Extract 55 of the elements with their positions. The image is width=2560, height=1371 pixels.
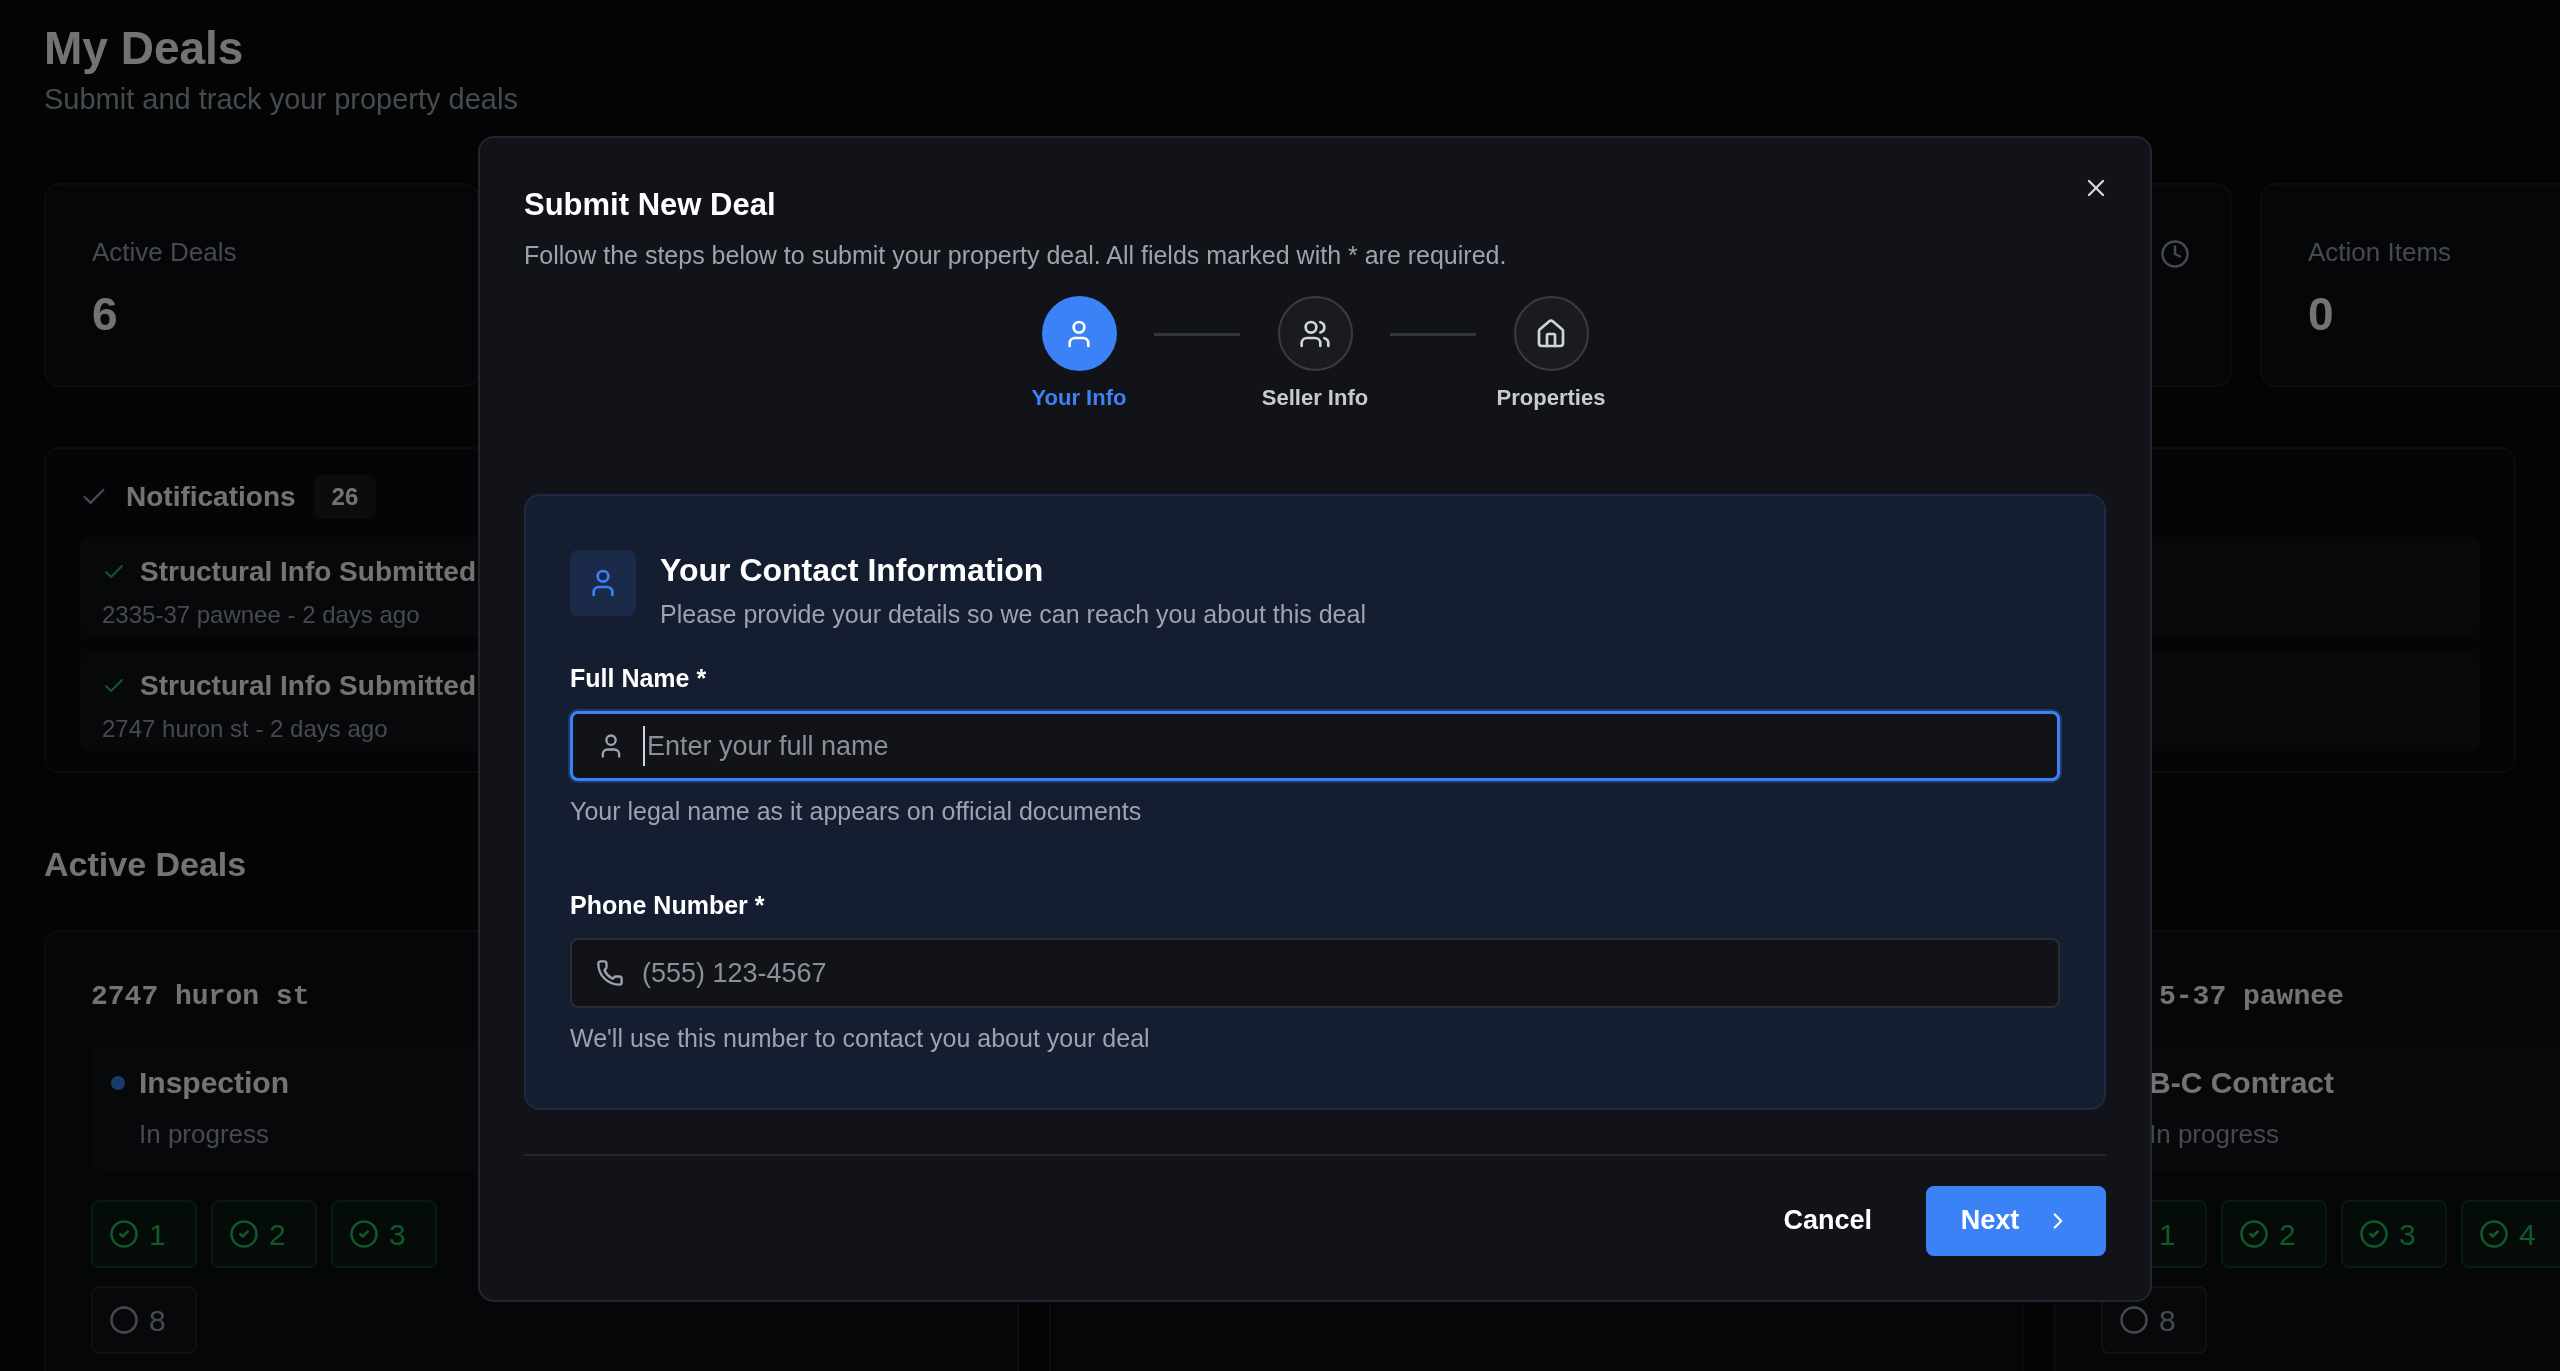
circle-icon: [2119, 1305, 2149, 1335]
notifications-title: Notifications: [126, 480, 296, 514]
deal-address: 2747 huron st: [91, 980, 310, 1014]
field-hint: We'll use this number to contact you about your deal: [570, 1023, 1150, 1054]
stat-value: 6: [92, 287, 118, 342]
step-chip[interactable]: 1: [91, 1200, 197, 1268]
stat-label: Active Deals: [92, 236, 237, 269]
check-circle-icon: [229, 1219, 259, 1249]
notification-meta: 2335-37 pawnee - 2 days ago: [102, 600, 420, 630]
cancel-button[interactable]: Cancel: [1763, 1185, 1892, 1256]
section-title: Active Deals: [44, 844, 247, 885]
check-circle-icon: [2239, 1219, 2269, 1249]
stage-status: In progress: [139, 1118, 270, 1151]
notification-title: Structural Info Submitted: [140, 669, 476, 703]
stage-name: Inspection: [139, 1065, 289, 1101]
clock-icon: [2160, 239, 2190, 269]
field-hint: Your legal name as it appears on official documents: [570, 796, 1142, 827]
section-description: Please provide your details so we can reach you about this deal: [660, 599, 1366, 630]
notification-title: Structural Info Submitted: [140, 555, 476, 589]
stage-name: B-C Contract: [2149, 1065, 2334, 1101]
circle-icon: [109, 1305, 139, 1335]
stepper-step[interactable]: Your Info: [1004, 296, 1154, 414]
house-icon: [1535, 317, 1567, 350]
check-circle-icon: [109, 1219, 139, 1249]
text-field[interactable]: Enter your full name: [570, 711, 2060, 781]
check-circle-icon: [2479, 1219, 2509, 1249]
field-label: Phone Number *: [570, 889, 765, 921]
check-circle-icon: [2359, 1219, 2389, 1249]
check-circle-icon: [349, 1219, 379, 1249]
deal-address: 5-37 pawnee: [2159, 980, 2344, 1014]
stepper-step[interactable]: Seller Info: [1240, 296, 1390, 414]
step-chip[interactable]: 3: [2341, 1200, 2447, 1268]
step-chip[interactable]: 3: [331, 1200, 437, 1268]
page-title: My Deals: [44, 21, 244, 76]
step-chip[interactable]: 2: [2221, 1200, 2327, 1268]
text-input[interactable]: Enter your full name: [643, 725, 2033, 767]
text-input[interactable]: (555) 123-4567: [642, 952, 2034, 994]
stepper-step[interactable]: Properties: [1476, 296, 1626, 414]
stat-label: Action Items: [2308, 236, 2452, 269]
step-chip[interactable]: 2: [211, 1200, 317, 1268]
field-label: Full Name *: [570, 662, 707, 694]
dialog-title: Submit New Deal: [524, 186, 776, 224]
next-button[interactable]: Next: [1926, 1185, 2106, 1256]
section-heading: Your Contact Information: [660, 551, 1044, 590]
user-icon: [570, 550, 636, 616]
stat-value: 0: [2308, 287, 2334, 342]
page-subtitle: Submit and track your property deals: [44, 81, 518, 117]
notifications-count: 26: [313, 475, 377, 519]
step-chip[interactable]: 4: [2461, 1200, 2560, 1268]
phone-icon: [596, 959, 624, 987]
notification-meta: 2747 huron st - 2 days ago: [102, 714, 388, 744]
step-chip[interactable]: 8: [2101, 1286, 2207, 1354]
text-field[interactable]: (555) 123-4567: [570, 938, 2060, 1008]
dialog-description: Follow the steps below to submit your property deal. All fields marked with * are required.: [524, 239, 1507, 271]
step-chip[interactable]: 8: [91, 1286, 197, 1354]
